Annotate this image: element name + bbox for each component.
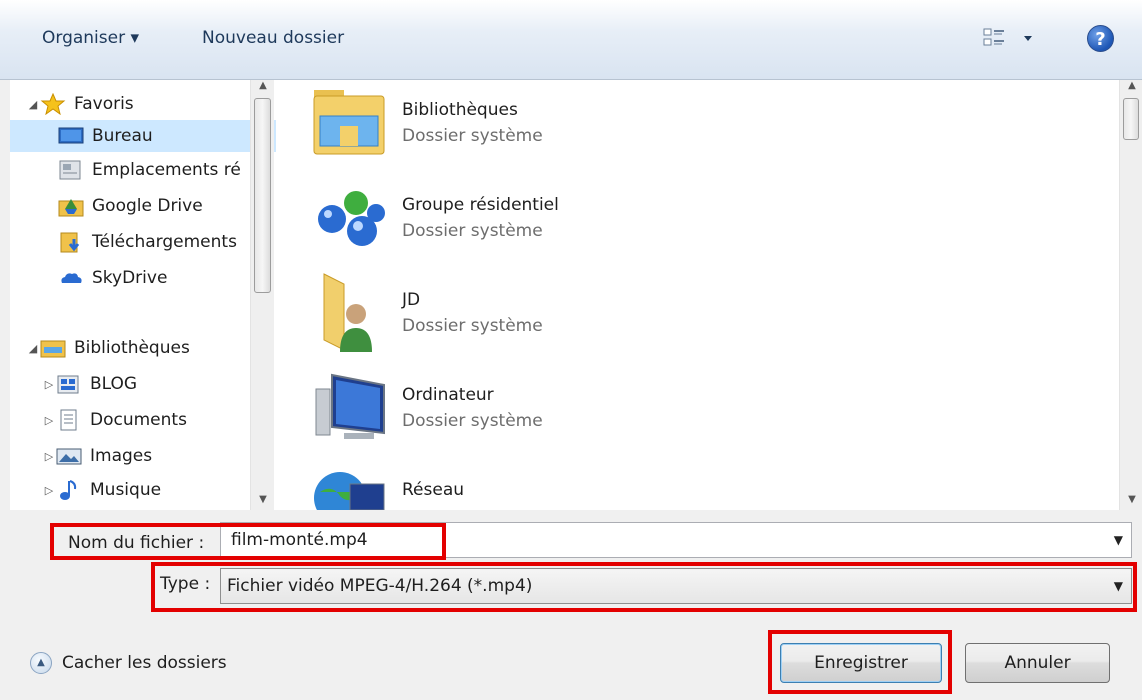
item-name: Réseau: [402, 480, 465, 500]
nav-label: Google Drive: [92, 196, 203, 216]
list-item[interactable]: Réseau: [310, 462, 810, 510]
homegroup-icon: [318, 191, 385, 246]
filename-label: Nom du fichier :: [68, 533, 205, 553]
downloads-icon: [60, 232, 80, 253]
documents-icon: [60, 409, 77, 431]
scroll-down-arrow-icon[interactable]: ▼: [1120, 494, 1142, 510]
list-item[interactable]: Groupe résidentiel Dossier système: [310, 177, 810, 271]
item-name: Bibliothèques: [402, 100, 518, 120]
expand-arrow-icon[interactable]: ▷: [42, 414, 56, 427]
list-item[interactable]: JD Dossier système: [310, 272, 810, 366]
libraries-icon: [40, 340, 66, 358]
expand-arrow-icon[interactable]: ▷: [42, 378, 56, 391]
computer-icon: [315, 373, 385, 439]
item-name: Groupe résidentiel: [402, 195, 559, 215]
nav-label: BLOG: [90, 374, 138, 394]
network-icon: [314, 472, 385, 510]
expand-arrow-icon[interactable]: ▷: [42, 450, 56, 463]
nav-label: Téléchargements: [92, 232, 237, 252]
scroll-up-arrow-icon[interactable]: ▲: [1120, 80, 1142, 96]
nav-item-emplacements-recents[interactable]: Emplacements ré: [58, 154, 276, 186]
filename-input[interactable]: film-monté.mp4 ▼: [220, 522, 1132, 558]
help-button[interactable]: ?: [1087, 25, 1114, 52]
file-list-scrollbar[interactable]: ▲ ▼: [1119, 80, 1142, 510]
nav-item-documents[interactable]: ▷ Documents: [42, 404, 276, 436]
item-name: JD: [402, 290, 421, 310]
view-options-button[interactable]: [980, 26, 1038, 52]
chevron-down-icon[interactable]: ▼: [1114, 569, 1123, 603]
nav-item-images[interactable]: ▷ Images: [42, 440, 276, 472]
collapse-arrow-icon[interactable]: ◢: [26, 98, 40, 111]
new-folder-button[interactable]: Nouveau dossier: [202, 28, 344, 48]
chevron-up-icon: ▲: [30, 652, 52, 674]
item-description: Dossier système: [402, 221, 543, 241]
scroll-down-arrow-icon[interactable]: ▼: [251, 494, 275, 510]
nav-label: SkyDrive: [92, 268, 168, 288]
nav-label: Favoris: [74, 94, 134, 114]
recent-places-icon: [59, 160, 81, 180]
command-bar: Organiser ▾ Nouveau dossier ?: [0, 0, 1142, 80]
nav-label: Images: [90, 446, 153, 466]
list-item[interactable]: Ordinateur Dossier système: [310, 367, 810, 461]
nav-label: Documents: [90, 410, 187, 430]
file-type-select[interactable]: Fichier vidéo MPEG-4/H.264 (*.mp4) ▼: [220, 568, 1132, 604]
item-description: Dossier système: [402, 316, 543, 336]
navigation-pane[interactable]: ◢ Favoris Bureau Emplacements ré Google …: [10, 80, 276, 510]
file-list[interactable]: Bibliothèques Dossier système Groupe rés…: [276, 80, 1119, 510]
collapse-arrow-icon[interactable]: ◢: [26, 342, 40, 355]
nav-item-google-drive[interactable]: Google Drive: [58, 190, 276, 222]
list-item[interactable]: Bibliothèques Dossier système: [310, 82, 810, 176]
user-folder-icon: [323, 273, 372, 352]
view-details-icon: [983, 28, 1032, 46]
blog-library-icon: [57, 375, 79, 394]
star-icon: [40, 93, 66, 115]
nav-item-bureau[interactable]: Bureau: [10, 120, 276, 152]
nav-label: Bibliothèques: [74, 338, 190, 358]
nav-item-telechargements[interactable]: Téléchargements: [58, 226, 276, 258]
chevron-down-icon[interactable]: ▼: [1114, 523, 1123, 557]
images-icon: [56, 448, 82, 465]
hide-folders-button[interactable]: ▲ Cacher les dossiers: [30, 652, 227, 674]
expand-arrow-icon[interactable]: ▷: [42, 484, 56, 497]
music-icon: [60, 480, 77, 500]
nav-scrollbar[interactable]: ▲ ▼: [250, 80, 274, 510]
libraries-folder-icon: [313, 90, 385, 155]
desktop-icon: [58, 127, 84, 144]
nav-group-bibliotheques[interactable]: ◢ Bibliothèques: [26, 332, 266, 364]
save-button[interactable]: Enregistrer: [780, 643, 942, 683]
item-description: Dossier système: [402, 126, 543, 146]
cancel-button[interactable]: Annuler: [965, 643, 1110, 683]
nav-item-skydrive[interactable]: SkyDrive: [58, 262, 276, 294]
nav-group-favoris[interactable]: ◢ Favoris: [26, 88, 266, 120]
nav-label: Bureau: [92, 126, 153, 146]
scroll-up-arrow-icon[interactable]: ▲: [251, 80, 275, 96]
scroll-thumb[interactable]: [254, 98, 271, 293]
type-label: Type :: [160, 574, 211, 594]
google-drive-icon: [58, 199, 84, 217]
nav-item-blog[interactable]: ▷ BLOG: [42, 368, 276, 400]
scroll-thumb[interactable]: [1123, 98, 1139, 140]
nav-label: Musique: [90, 480, 162, 500]
hide-folders-label: Cacher les dossiers: [62, 653, 227, 673]
organiser-menu-button[interactable]: Organiser ▾: [42, 28, 139, 48]
filename-value: film-monté.mp4: [231, 530, 368, 550]
item-description: Dossier système: [402, 411, 543, 431]
item-name: Ordinateur: [402, 385, 494, 405]
nav-item-musique[interactable]: ▷ Musique: [42, 474, 276, 506]
nav-label: Emplacements ré: [92, 160, 241, 180]
skydrive-icon: [61, 273, 82, 283]
file-type-value: Fichier vidéo MPEG-4/H.264 (*.mp4): [227, 576, 533, 596]
